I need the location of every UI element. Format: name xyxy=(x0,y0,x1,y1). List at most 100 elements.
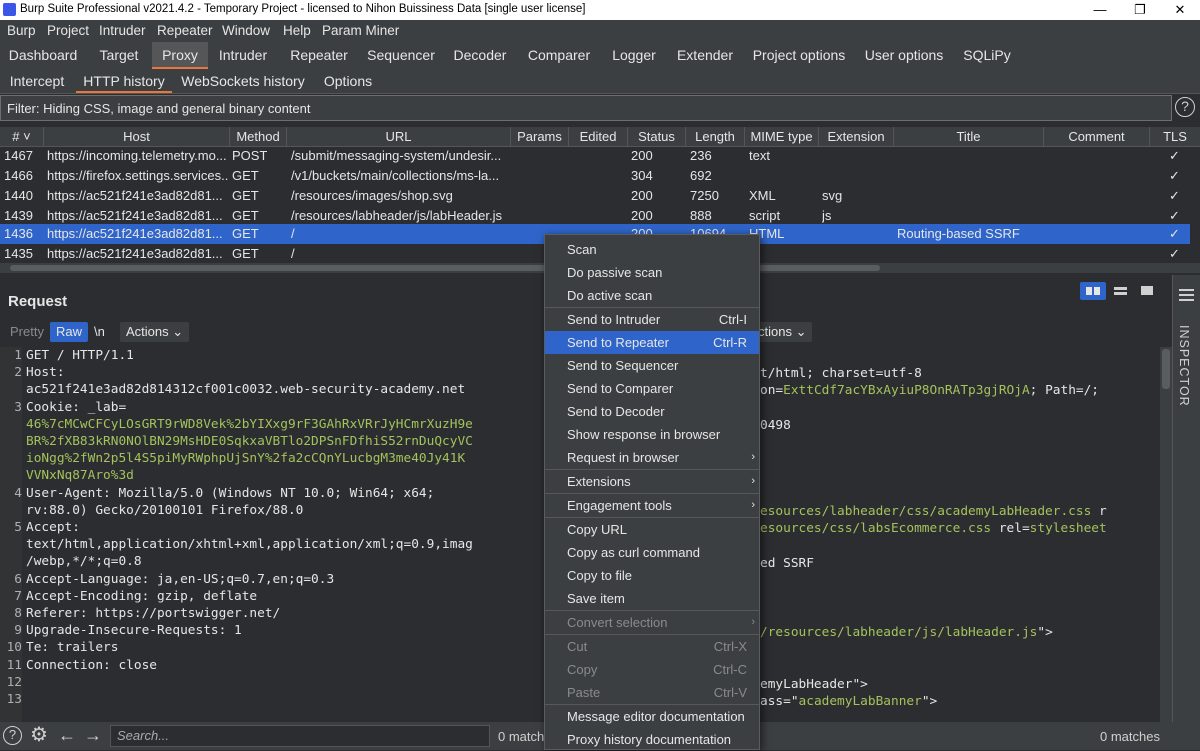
menu-item-label: Extensions xyxy=(567,474,631,489)
raw-button[interactable]: Raw xyxy=(50,322,89,342)
col-tls[interactable]: TLS xyxy=(1150,127,1200,146)
tab-user-options[interactable]: User options xyxy=(858,42,950,69)
col-params[interactable]: Params xyxy=(511,127,569,146)
request-line: Host: xyxy=(26,365,65,381)
menu-param-miner[interactable]: Param Miner xyxy=(322,23,399,38)
row-method: GET xyxy=(232,246,259,261)
horizontal-view-icon[interactable] xyxy=(1110,282,1132,300)
menu-item-send-to-decoder[interactable]: Send to Decoder xyxy=(545,400,759,423)
editor-vertical-scrollbar[interactable] xyxy=(1160,347,1172,722)
row-number: 1467 xyxy=(4,148,33,163)
menu-item-engagement-tools[interactable]: Engagement tools › xyxy=(545,494,759,517)
tab-decoder[interactable]: Decoder xyxy=(448,42,512,69)
row-number: 1440 xyxy=(4,188,33,203)
help-icon[interactable]: ? xyxy=(3,726,22,745)
menu-item-label: Request in browser xyxy=(567,450,679,465)
menu-item-show-response-in-browser[interactable]: Show response in browser xyxy=(545,423,759,446)
table-row[interactable]: 1467 https://incoming.telemetry.mo... PO… xyxy=(0,146,1190,166)
row-tls-check-icon: ✓ xyxy=(1169,246,1180,261)
tab-sqlipy[interactable]: SQLiPy xyxy=(956,42,1018,69)
filter-bar[interactable]: Filter: Hiding CSS, image and general bi… xyxy=(0,95,1172,121)
restore-icon[interactable]: ❐ xyxy=(1120,0,1160,20)
menu-intruder[interactable]: Intruder xyxy=(99,23,146,38)
split-view-icon[interactable] xyxy=(1080,282,1106,300)
tab-intercept[interactable]: Intercept xyxy=(4,69,70,93)
menu-item-copy-as-curl-command[interactable]: Copy as curl command xyxy=(545,541,759,564)
col-length[interactable]: Length xyxy=(686,127,745,146)
col-method[interactable]: Method xyxy=(230,127,287,146)
col-mime-type[interactable]: MIME type xyxy=(745,127,819,146)
menu-item-do-passive-scan[interactable]: Do passive scan xyxy=(545,261,759,284)
menu-item-extensions[interactable]: Extensions › xyxy=(545,470,759,493)
menu-item-message-editor-documentation[interactable]: Message editor documentation xyxy=(545,705,759,728)
col-status[interactable]: Status xyxy=(628,127,686,146)
col-title[interactable]: Title xyxy=(894,127,1044,146)
menu-item-proxy-history-documentation[interactable]: Proxy history documentation xyxy=(545,728,759,751)
tab-http-history[interactable]: HTTP history xyxy=(76,69,172,93)
row-tls-check-icon: ✓ xyxy=(1169,226,1180,241)
menu-burp[interactable]: Burp xyxy=(7,23,36,38)
col-host[interactable]: Host xyxy=(44,127,230,146)
col-extension[interactable]: Extension xyxy=(819,127,894,146)
menu-item-copy-to-file[interactable]: Copy to file xyxy=(545,564,759,587)
line-number: 11 xyxy=(6,657,22,673)
inspector-menu-icon[interactable] xyxy=(1179,289,1194,291)
tab-websockets-history[interactable]: WebSockets history xyxy=(180,69,306,93)
minimize-icon[interactable]: — xyxy=(1080,0,1120,20)
tab-comparer[interactable]: Comparer xyxy=(520,42,598,69)
menu-item-request-in-browser[interactable]: Request in browser › xyxy=(545,446,759,469)
search-input[interactable]: Search... xyxy=(110,725,490,747)
menu-item-send-to-sequencer[interactable]: Send to Sequencer xyxy=(545,354,759,377)
tab-extender[interactable]: Extender xyxy=(670,42,740,69)
tab-logger[interactable]: Logger xyxy=(606,42,662,69)
menu-window[interactable]: Window xyxy=(222,23,270,38)
tab-proxy[interactable]: Proxy xyxy=(152,42,208,69)
col-url[interactable]: URL xyxy=(287,127,511,146)
menu-project[interactable]: Project xyxy=(47,23,89,38)
tab-intruder[interactable]: Intruder xyxy=(210,42,276,69)
menu-item-copy-url[interactable]: Copy URL xyxy=(545,518,759,541)
menu-item-save-item[interactable]: Save item xyxy=(545,587,759,610)
col-number[interactable]: # ˅ xyxy=(0,127,44,146)
scrollbar-thumb[interactable] xyxy=(1162,349,1170,389)
help-icon[interactable]: ? xyxy=(1175,97,1195,117)
tab-dashboard[interactable]: Dashboard xyxy=(0,42,86,69)
menu-repeater[interactable]: Repeater xyxy=(157,23,213,38)
col-comment[interactable]: Comment xyxy=(1044,127,1150,146)
request-actions-button[interactable]: Actions ⌄ xyxy=(120,322,190,342)
tab-target[interactable]: Target xyxy=(88,42,150,69)
line-number: 5 xyxy=(14,520,22,535)
line-number: 13 xyxy=(6,692,22,707)
table-row[interactable]: 1466 https://firefox.settings.services..… xyxy=(0,166,1190,186)
menu-help[interactable]: Help xyxy=(283,23,311,38)
row-length: 692 xyxy=(690,168,712,183)
newline-button[interactable]: \n xyxy=(88,322,111,342)
tab-sequencer[interactable]: Sequencer xyxy=(362,42,440,69)
menu-item-send-to-comparer[interactable]: Send to Comparer xyxy=(545,377,759,400)
menu-item-send-to-intruder[interactable]: Send to Intruder Ctrl-I xyxy=(545,308,759,331)
window-title-bar: Burp Suite Professional v2021.4.2 - Temp… xyxy=(0,0,1200,20)
gear-icon[interactable]: ⚙ xyxy=(27,724,51,746)
menu-item-send-to-repeater[interactable]: Send to Repeater Ctrl-R xyxy=(545,331,759,354)
response-actions-button[interactable]: ctions ⌄ xyxy=(752,322,813,342)
single-view-icon[interactable] xyxy=(1136,282,1158,300)
tab-repeater[interactable]: Repeater xyxy=(284,42,354,69)
back-arrow-icon[interactable]: ← xyxy=(56,724,78,746)
pretty-button[interactable]: Pretty xyxy=(4,322,50,342)
line-number xyxy=(0,537,22,554)
tab-project-options[interactable]: Project options xyxy=(748,42,850,69)
history-table-header: # ˅ Host Method URL Params Edited Status… xyxy=(0,127,1200,147)
inspector-sidebar[interactable]: INSPECTOR xyxy=(1172,275,1200,722)
table-row[interactable]: 1439 https://ac521f241e3ad82d81... GET /… xyxy=(0,206,1190,226)
menu-item-do-active-scan[interactable]: Do active scan xyxy=(545,284,759,307)
close-icon[interactable]: ✕ xyxy=(1160,0,1200,20)
col-edited[interactable]: Edited xyxy=(569,127,628,146)
forward-arrow-icon[interactable]: → xyxy=(82,724,104,746)
tab-options[interactable]: Options xyxy=(318,69,378,93)
menu-item-scan[interactable]: Scan xyxy=(545,238,759,261)
row-method: GET xyxy=(232,188,259,203)
response-match-count: 0 matches xyxy=(1100,729,1160,744)
table-row[interactable]: 1440 https://ac521f241e3ad82d81... GET /… xyxy=(0,186,1190,206)
row-url: / xyxy=(291,246,295,261)
menu-item-shortcut: Ctrl-R xyxy=(713,335,747,350)
